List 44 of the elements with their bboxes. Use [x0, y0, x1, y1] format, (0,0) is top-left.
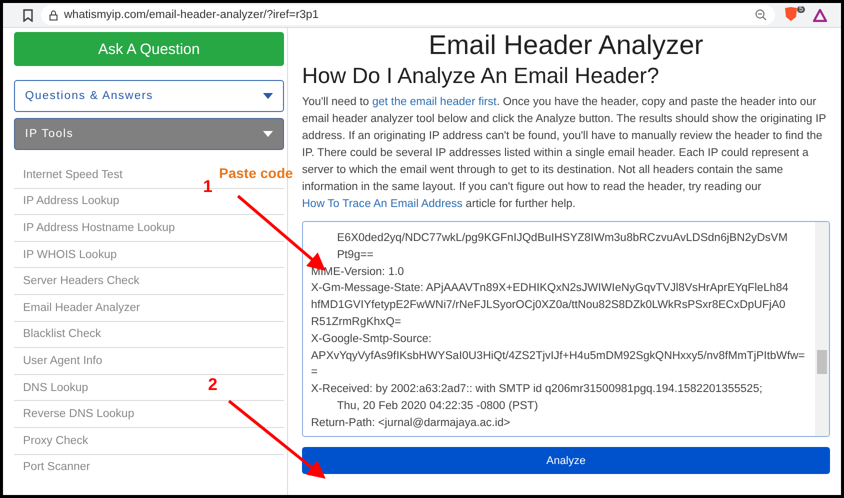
lock-icon — [49, 10, 58, 20]
step-number: 1 — [203, 177, 212, 197]
section-heading: How Do I Analyze An Email Header? — [302, 62, 660, 90]
step-number: 2 — [208, 375, 218, 395]
sidebar-item[interactable]: IP Address Hostname Lookup — [23, 222, 175, 234]
header-line: Return-Path: <jurnal@darmajaya.ac.id> — [311, 416, 512, 431]
sidebar-item[interactable]: Proxy Check — [23, 434, 88, 447]
ask-question-button[interactable]: Ask A Question — [14, 32, 284, 66]
sidebar-item[interactable]: Internet Speed Test — [23, 168, 123, 181]
header-line: hfMD1GVIYfetypE2FwWNi7/rNeFJLSyorOCj0XZ0a/ttNou82S8DZk0LWkRsPSxr8ECxDpUFjA0 — [311, 298, 786, 314]
header-line: R51ZrmRgKhxQ= — [311, 314, 402, 330]
header-line: = — [311, 365, 319, 380]
header-line: X-Google-Smtp-Source: — [311, 332, 433, 347]
sidebar-item[interactable]: Email Header Analyzer — [23, 302, 140, 314]
url-text: whatismyip.com/email-header-analyzer/?iref=r3p1 — [64, 9, 320, 21]
header-line: X-Gm-Message-State: APjAAAVTn89X+EDHIKQxN2sJWIWIeNyGqvTVJl8VsHrAprEYqFleLh84 — [311, 281, 790, 296]
sidebar-item[interactable]: IP Address Lookup — [23, 195, 120, 208]
annotation-caption: Paste code — [219, 165, 293, 181]
sidebar-menu[interactable]: IP Tools — [14, 118, 284, 150]
header-input-field[interactable] — [302, 221, 830, 437]
header-line: Pt9g== — [336, 248, 374, 263]
scrollbar[interactable] — [815, 222, 829, 436]
sidebar-menu[interactable]: Questions & Answers — [14, 80, 284, 112]
header-line: E6X0ded2yq/NDC77wkL/pg9KGFnIJQdBuIHSYZ8IWm3u8bRCzvuAvLDSdn6jBN2yDsVM — [336, 231, 789, 246]
sidebar-item[interactable]: User Agent Info — [23, 354, 102, 367]
intro-paragraph: You'll need to get the email header first. Once you have the header, copy and paste the header into our email header analyzer tool below and click the Analyze button. The results should show the originating IP address. If an originating IP address can't be found, you'll have to manually review the header to find the IP. There could be several IP addresses listed within a single email header. Each IP could represent a server to which the email went through to get to its destination. Not all headers contain the same information in the same layout. If you can't figure out how to read the header, try reading our How To Trace An Email Address article for further help. — [302, 95, 827, 212]
header-line: X-Received: by 2002:a63:2ad7:: with SMTP id q206mr31500981pgq.194.1582201355525; — [311, 382, 764, 398]
sidebar-item[interactable]: IP WHOIS Lookup — [23, 248, 117, 261]
header-line: APXvYqyVyfAs9fIKsbHWYSaI0U3HiQt/4ZS2TjvIJf+H4u5mDM92SgkQNHxxy5/nv8fMmTjPItbWfw= — [311, 348, 806, 364]
sidebar-item[interactable]: Blacklist Check — [23, 328, 101, 340]
bookmark-icon[interactable] — [23, 8, 33, 22]
text-link[interactable]: get the email header first — [372, 96, 497, 108]
sidebar-item[interactable]: Port Scanner — [23, 461, 90, 474]
analyze-button[interactable]: Analyze — [302, 447, 830, 474]
triangle-icon[interactable] — [813, 8, 827, 22]
sidebar-item[interactable]: Reverse DNS Lookup — [23, 408, 134, 420]
page-title: Email Header Analyzer — [428, 29, 704, 62]
header-line: Thu, 20 Feb 2020 04:22:35 -0800 (PST) — [336, 398, 539, 414]
header-line: MIME-Version: 1.0 — [311, 264, 405, 280]
address-bar[interactable]: whatismyip.com/email-header-analyzer/?iref=r3p1 — [41, 5, 775, 25]
sidebar-item[interactable]: Server Headers Check — [23, 275, 140, 288]
zoom-out-icon[interactable] — [755, 9, 767, 21]
text-link[interactable]: How To Trace An Email Address — [302, 198, 463, 210]
sidebar-item[interactable]: DNS Lookup — [23, 382, 88, 394]
